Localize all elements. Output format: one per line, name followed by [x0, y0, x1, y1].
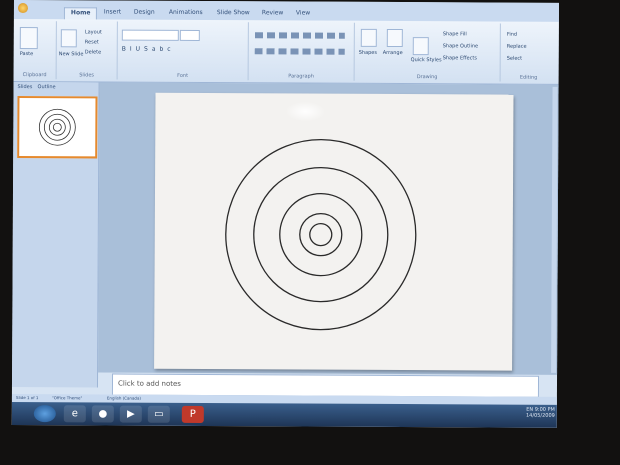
replace-button[interactable]: Replace	[507, 44, 527, 50]
font-format-buttons[interactable]: BIUSabc	[122, 46, 175, 53]
font-name-box[interactable]	[121, 29, 179, 41]
slide-count: Slide 1 of 1	[15, 395, 39, 401]
delete-button[interactable]: Delete	[85, 49, 101, 55]
paste-label: Paste	[19, 51, 34, 58]
paragraph-group: Paragraph	[248, 22, 355, 81]
tab-review[interactable]: Review	[262, 9, 283, 16]
slides-panel: Slides Outline	[11, 81, 100, 388]
language-indicator: English (Canada)	[106, 395, 141, 401]
clipboard-group: Paste Clipboard	[13, 20, 57, 80]
align-buttons[interactable]	[254, 48, 345, 55]
slide-thumbnail[interactable]	[17, 96, 98, 159]
tab-animations[interactable]: Animations	[169, 9, 203, 16]
tab-slide-show[interactable]: Slide Show	[217, 9, 250, 16]
tab-design[interactable]: Design	[134, 9, 155, 16]
slide-editing-area	[98, 82, 559, 375]
quick-styles-icon[interactable]	[412, 37, 429, 56]
drawing-group-label: Drawing	[416, 74, 438, 81]
select-button[interactable]: Select	[507, 56, 522, 62]
theme-name: "Office Theme"	[51, 395, 83, 401]
system-tray: EN 9:00 PM 14/05/2009	[526, 407, 555, 419]
slide-canvas[interactable]	[154, 92, 514, 371]
tab-slides[interactable]: Slides	[18, 84, 33, 90]
shapes-label: Shapes	[358, 49, 378, 56]
font-size-box[interactable]	[179, 29, 200, 41]
font-group: BIUSabc Font	[117, 21, 249, 81]
powerpoint-window: Home Insert Design Animations Slide Show…	[11, 0, 559, 428]
new-slide-label: New Slide	[58, 51, 84, 58]
start-button[interactable]	[33, 405, 56, 423]
media-icon[interactable]: ▶	[119, 405, 142, 423]
paste-icon[interactable]	[19, 27, 38, 50]
office-button[interactable]	[17, 3, 28, 14]
editing-group: Find Replace Select Editing	[501, 24, 557, 82]
quick-styles-label: Quick Styles	[410, 57, 442, 64]
reset-button[interactable]: Reset	[85, 39, 99, 45]
new-slide-icon[interactable]	[60, 29, 77, 48]
taskbar: e ● ▶ ▭ P EN 9:00 PM 14/05/2009	[11, 401, 557, 428]
shape-outline-button[interactable]: Shape Outline	[443, 43, 478, 49]
clipboard-group-label: Clipboard	[22, 72, 47, 79]
tab-insert[interactable]: Insert	[104, 8, 121, 15]
slides-group-label: Slides	[79, 72, 95, 79]
ie-icon[interactable]: e	[63, 405, 86, 423]
shape-fill-button[interactable]: Shape Fill	[443, 31, 467, 37]
target-drawing[interactable]	[154, 93, 513, 371]
firefox-icon[interactable]: ●	[91, 405, 114, 423]
list-buttons[interactable]	[254, 32, 345, 39]
find-button[interactable]: Find	[507, 32, 517, 38]
clock-date: 14/05/2009	[525, 412, 555, 419]
layout-button[interactable]: Layout	[85, 29, 102, 35]
explorer-folder-icon[interactable]: ▭	[147, 405, 170, 423]
paragraph-group-label: Paragraph	[288, 73, 314, 80]
vertical-scrollbar[interactable]	[551, 86, 558, 373]
drawing-group: Shapes Arrange Quick Styles Shape Fill S…	[354, 22, 501, 82]
tab-outline[interactable]: Outline	[38, 84, 56, 90]
arrange-icon[interactable]	[386, 28, 403, 48]
font-group-label: Font	[177, 72, 189, 79]
ribbon: Paste Clipboard New Slide Layout Reset D…	[13, 18, 559, 85]
shapes-icon[interactable]	[360, 28, 377, 47]
screen-glare	[285, 101, 326, 122]
tab-view[interactable]: View	[296, 9, 310, 16]
shape-effects-button[interactable]: Shape Effects	[443, 55, 477, 61]
powerpoint-taskbar-icon[interactable]: P	[181, 405, 204, 423]
arrange-label: Arrange	[382, 49, 403, 57]
slides-group: New Slide Layout Reset Delete Slides	[56, 21, 118, 80]
editing-group-label: Editing	[519, 74, 538, 81]
thumbnail-target-drawing	[38, 108, 76, 146]
notes-placeholder: Click to add notes	[117, 379, 181, 388]
